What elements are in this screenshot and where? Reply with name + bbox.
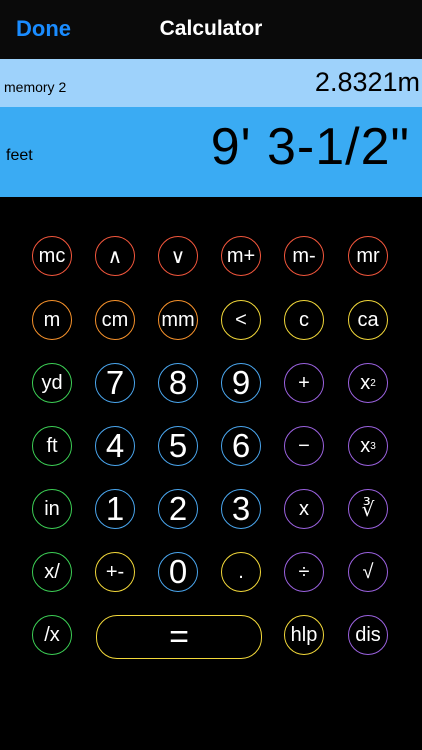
- minus-button[interactable]: −: [284, 426, 324, 466]
- digit-6-button[interactable]: 6: [221, 426, 261, 466]
- memory-add-button[interactable]: m+: [221, 236, 261, 276]
- digit-1-button[interactable]: 1: [95, 489, 135, 529]
- up-button[interactable]: ∧: [95, 236, 135, 276]
- memory-value: 2.8321m: [314, 67, 420, 97]
- yards-button[interactable]: yd: [32, 363, 72, 403]
- digit-7-button[interactable]: 7: [95, 363, 135, 403]
- memory-label: memory 2: [4, 79, 67, 95]
- centimeters-button[interactable]: cm: [95, 300, 135, 340]
- divide-button[interactable]: ÷: [284, 552, 324, 592]
- digit-2-button[interactable]: 2: [158, 489, 198, 529]
- feet-button[interactable]: ft: [32, 426, 72, 466]
- page-title: Calculator: [159, 17, 263, 40]
- square-exponent: 2: [370, 377, 376, 389]
- square-base: x: [360, 371, 371, 394]
- plus-minus-button[interactable]: +-: [95, 552, 135, 592]
- memory-subtract-button[interactable]: m-: [284, 236, 324, 276]
- help-button[interactable]: hlp: [284, 615, 324, 655]
- square-root-button[interactable]: √: [348, 552, 388, 592]
- multiply-button[interactable]: x: [284, 489, 324, 529]
- display-button[interactable]: dis: [348, 615, 388, 655]
- down-button[interactable]: ∨: [158, 236, 198, 276]
- decimal-button[interactable]: .: [221, 552, 261, 592]
- memory-recall-button[interactable]: mr: [348, 236, 388, 276]
- main-display: feet 9' 3-1/2": [0, 107, 422, 197]
- display-value: 9' 3-1/2": [210, 118, 410, 176]
- millimeters-button[interactable]: mm: [158, 300, 198, 340]
- meters-button[interactable]: m: [32, 300, 72, 340]
- navigation-bar: Done Calculator: [0, 0, 422, 59]
- cube-button[interactable]: x3: [348, 426, 388, 466]
- cube-base: x: [360, 434, 371, 457]
- plus-button[interactable]: +: [284, 363, 324, 403]
- inches-button[interactable]: in: [32, 489, 72, 529]
- digit-0-button[interactable]: 0: [158, 552, 198, 592]
- fraction-button[interactable]: x/: [32, 552, 72, 592]
- digit-8-button[interactable]: 8: [158, 363, 198, 403]
- cube-root-button[interactable]: ∛: [348, 489, 388, 529]
- digit-3-button[interactable]: 3: [221, 489, 261, 529]
- clear-all-button[interactable]: ca: [348, 300, 388, 340]
- reciprocal-button[interactable]: /x: [32, 615, 72, 655]
- digit-4-button[interactable]: 4: [95, 426, 135, 466]
- memory-clear-button[interactable]: mc: [32, 236, 72, 276]
- cube-exponent: 3: [370, 440, 376, 452]
- display-unit-label: feet: [6, 147, 33, 164]
- backspace-button[interactable]: <: [221, 300, 261, 340]
- clear-button[interactable]: c: [284, 300, 324, 340]
- memory-row: memory 2 2.8321m: [0, 59, 422, 107]
- square-button[interactable]: x2: [348, 363, 388, 403]
- equals-button[interactable]: =: [96, 615, 262, 659]
- digit-5-button[interactable]: 5: [158, 426, 198, 466]
- digit-9-button[interactable]: 9: [221, 363, 261, 403]
